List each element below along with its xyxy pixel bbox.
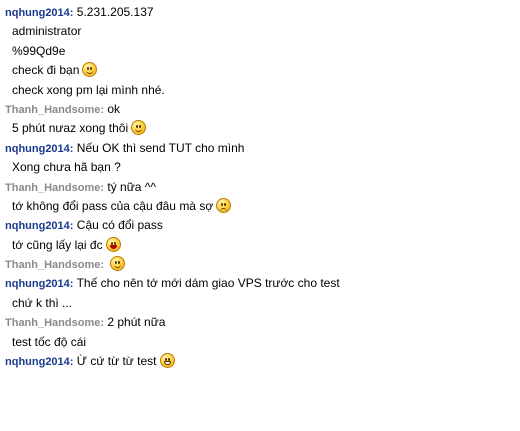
message-text: Xong chưa hã bạn ? bbox=[12, 160, 121, 175]
chat-message-continuation: tớ không đổi pass của cậu đâu mà sợ bbox=[0, 197, 520, 216]
chat-message: Thanh_Handsome: bbox=[0, 255, 520, 274]
chat-message: Thanh_Handsome: tý nữa ^^ bbox=[0, 178, 520, 197]
chat-message: nqhung2014: 5.231.205.137 bbox=[0, 3, 520, 22]
chat-message-continuation: %99Qd9e bbox=[0, 42, 520, 61]
smile-icon bbox=[110, 256, 126, 272]
chat-message: nqhung2014: Cậu có đổi pass bbox=[0, 216, 520, 235]
message-text: ok bbox=[107, 101, 121, 116]
worried-icon bbox=[216, 197, 232, 213]
laugh-icon bbox=[105, 236, 121, 252]
message-text: tớ cũng lấy lại đc bbox=[12, 237, 103, 252]
message-text: administrator bbox=[12, 24, 82, 39]
message-text: 5 phút nưaz xong thôi bbox=[12, 121, 129, 136]
chat-message-continuation: Xong chưa hã bạn ? bbox=[0, 158, 520, 177]
message-text: Cậu có đổi pass bbox=[76, 218, 163, 233]
chat-transcript: nqhung2014: 5.231.205.137 administrator %9… bbox=[0, 0, 520, 371]
message-text: Nếu OK thì send TUT cho mình bbox=[76, 140, 245, 155]
smile-icon bbox=[82, 62, 98, 78]
sender-name: nqhung2014: bbox=[5, 278, 74, 291]
chat-message-continuation: chứ k thì ... bbox=[0, 294, 520, 313]
sender-name: nqhung2014: bbox=[5, 7, 74, 19]
chat-message-continuation: test tốc độ cái bbox=[0, 333, 520, 352]
message-text: Thế cho nên tớ mới dám giao VPS trước ch… bbox=[76, 276, 340, 291]
sender-name: Thanh_Handsome: bbox=[5, 103, 105, 116]
message-text: chứ k thì ... bbox=[12, 295, 73, 310]
chat-message: Thanh_Handsome: ok bbox=[0, 100, 520, 119]
message-text: Ừ cứ từ từ test bbox=[76, 354, 157, 369]
chat-message: nqhung2014: Nếu OK thì send TUT cho mình bbox=[0, 139, 520, 158]
message-text: 2 phút nữa bbox=[107, 315, 166, 330]
message-text: test tốc độ cái bbox=[12, 334, 87, 349]
chat-message: nqhung2014: Ừ cứ từ từ test bbox=[0, 352, 520, 371]
chat-message-continuation: 5 phút nưaz xong thôi bbox=[0, 119, 520, 138]
chat-message-continuation: administrator bbox=[0, 22, 520, 41]
message-text: check đi bạn bbox=[12, 63, 80, 78]
message-text: %99Qd9e bbox=[12, 43, 66, 58]
chat-message: nqhung2014: Thế cho nên tớ mới dám giao … bbox=[0, 274, 520, 293]
chat-message-continuation: tớ cũng lấy lại đc bbox=[0, 236, 520, 255]
chat-message-continuation: check xong pm lại mình nhé. bbox=[0, 81, 520, 100]
sender-name: nqhung2014: bbox=[5, 142, 74, 155]
message-text: check xong pm lại mình nhé. bbox=[12, 82, 165, 97]
message-text: tý nữa ^^ bbox=[107, 179, 157, 194]
message-text: tớ không đổi pass của cậu đâu mà sợ bbox=[12, 198, 214, 213]
sender-name: nqhung2014: bbox=[5, 356, 74, 369]
sender-name: Thanh_Handsome: bbox=[5, 181, 105, 194]
message-text: 5.231.205.137 bbox=[76, 5, 154, 19]
sender-name: Thanh_Handsome: bbox=[5, 317, 105, 330]
sender-name: Thanh_Handsome: bbox=[5, 259, 105, 272]
big-grin-icon bbox=[159, 353, 175, 369]
chat-message: Thanh_Handsome: 2 phút nữa bbox=[0, 313, 520, 332]
smile-icon bbox=[131, 120, 147, 136]
chat-message-continuation: check đi bạn bbox=[0, 61, 520, 80]
sender-name: nqhung2014: bbox=[5, 220, 74, 233]
